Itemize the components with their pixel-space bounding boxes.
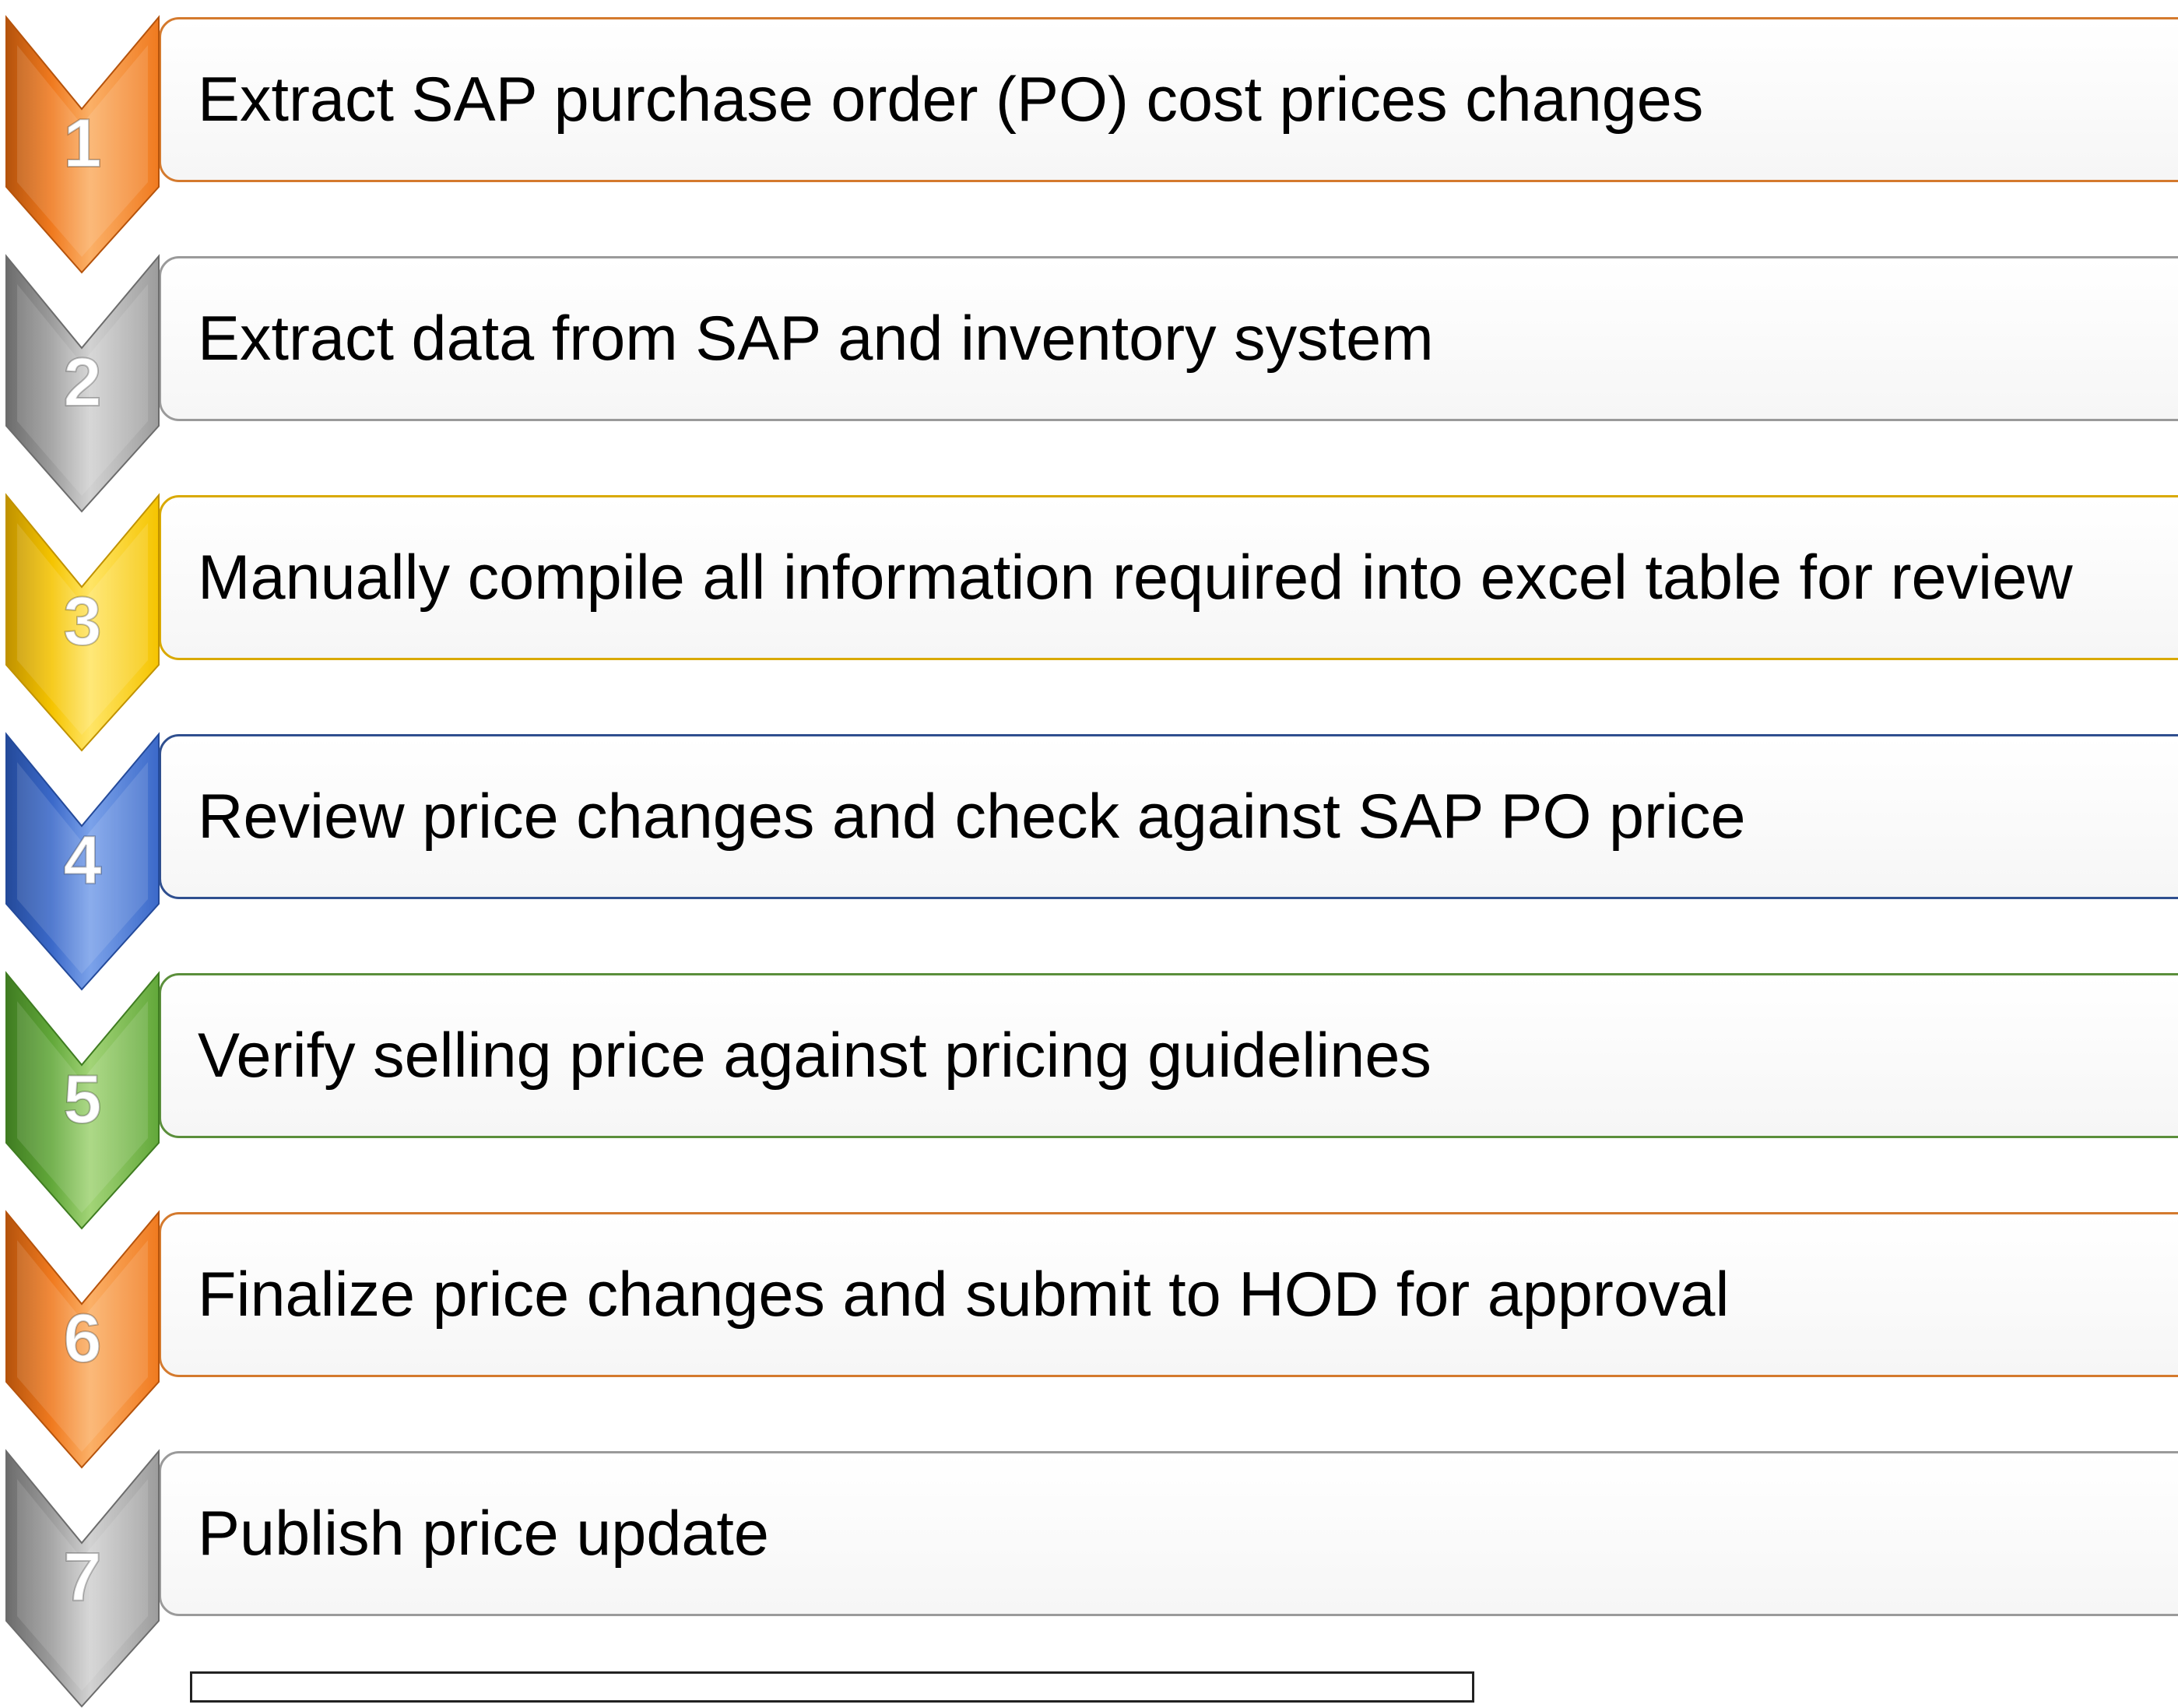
step-text: Review price changes and check against S… — [198, 782, 1746, 852]
step-3: Manually compile all information require… — [0, 478, 2178, 752]
step-6: Finalize price changes and submit to HOD… — [0, 1195, 2178, 1469]
process-flow: Extract SAP purchase order (PO) cost pri… — [0, 0, 2178, 1708]
step-box: Review price changes and check against S… — [159, 734, 2178, 899]
step-box: Extract SAP purchase order (PO) cost pri… — [159, 17, 2178, 182]
step-5: Verify selling price against pricing gui… — [0, 956, 2178, 1230]
step-number: 6 — [64, 1299, 102, 1376]
chevron-down-icon: 2 — [5, 254, 160, 513]
step-number: 2 — [64, 343, 102, 420]
step-box: Publish price update — [159, 1451, 2178, 1616]
step-1: Extract SAP purchase order (PO) cost pri… — [0, 0, 2178, 274]
step-text: Publish price update — [198, 1499, 769, 1569]
step-number: 5 — [64, 1060, 102, 1137]
step-text: Extract SAP purchase order (PO) cost pri… — [198, 65, 1704, 135]
step-text: Verify selling price against pricing gui… — [198, 1021, 1432, 1091]
step-text: Extract data from SAP and inventory syst… — [198, 304, 1434, 374]
chevron-down-icon: 3 — [5, 493, 160, 752]
step-box: Finalize price changes and submit to HOD… — [159, 1212, 2178, 1377]
step-number: 1 — [64, 104, 102, 181]
chevron-down-icon: 6 — [5, 1210, 160, 1469]
step-number: 4 — [64, 821, 102, 898]
chevron-down-icon: 7 — [5, 1449, 160, 1708]
step-2: Extract data from SAP and inventory syst… — [0, 239, 2178, 513]
step-4: Review price changes and check against S… — [0, 717, 2178, 991]
step-7: Publish price update 7 — [0, 1434, 2178, 1708]
step-number: 3 — [64, 582, 102, 659]
step-text: Manually compile all information require… — [198, 543, 2073, 613]
bottom-frame — [190, 1671, 1474, 1703]
chevron-down-icon: 1 — [5, 15, 160, 274]
chevron-down-icon: 5 — [5, 971, 160, 1230]
step-number: 7 — [64, 1538, 102, 1615]
step-box: Extract data from SAP and inventory syst… — [159, 256, 2178, 421]
chevron-down-icon: 4 — [5, 732, 160, 991]
step-text: Finalize price changes and submit to HOD… — [198, 1260, 1730, 1330]
step-box: Verify selling price against pricing gui… — [159, 973, 2178, 1138]
step-box: Manually compile all information require… — [159, 495, 2178, 660]
